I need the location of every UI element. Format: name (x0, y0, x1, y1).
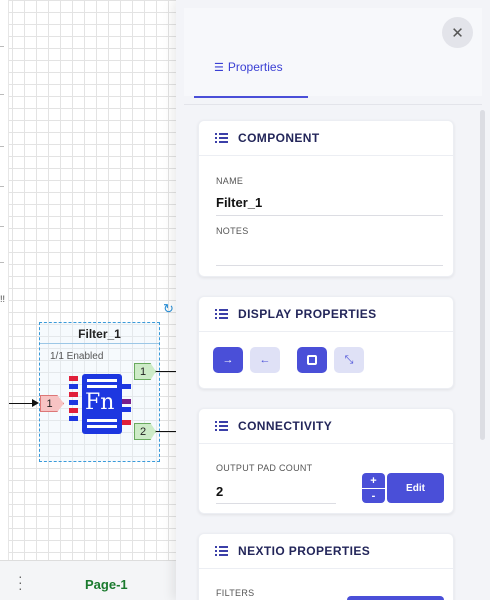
properties-panel: ✕ ☰ Properties COMPONENT NAME Filter_1 N… (176, 0, 490, 600)
connectivity-section-header[interactable]: CONNECTIVITY (199, 409, 453, 444)
filter-node[interactable]: Filter_1 1/1 Enabled 1 Fn 1 2 (39, 322, 160, 462)
name-field-label: NAME (216, 176, 244, 186)
pad-count-stepper[interactable]: + - (362, 473, 385, 503)
output-pad-count-underline (216, 503, 336, 504)
fn-pin (69, 376, 78, 381)
list-icon (215, 420, 228, 432)
panel-scrollbar[interactable] (480, 110, 485, 440)
node-title-divider (40, 343, 159, 344)
nextio-section-title: NEXTIO PROPERTIES (238, 544, 371, 558)
output-pad-label: 1 (139, 365, 147, 378)
node-title: Filter_1 (78, 327, 121, 341)
notes-field-underline (216, 265, 443, 266)
page-tab[interactable]: Page-1 (85, 577, 128, 592)
output-wire-1[interactable] (156, 371, 176, 372)
arrow-right-icon[interactable]: → (213, 347, 243, 373)
display-section: DISPLAY PROPERTIES → ← ⤡ (198, 296, 454, 389)
kebab-icon[interactable]: · · · (18, 569, 23, 595)
connectivity-section-title: CONNECTIVITY (238, 419, 333, 433)
nextio-section: NEXTIO PROPERTIES FILTERS (198, 533, 454, 600)
filters-button[interactable] (347, 596, 444, 600)
fn-pin (69, 400, 78, 405)
list-icon (215, 308, 228, 320)
arrow-left-icon[interactable]: ← (250, 347, 280, 373)
tab-properties-label: Properties (227, 60, 283, 74)
nextio-section-header[interactable]: NEXTIO PROPERTIES (199, 534, 453, 569)
filters-label: FILTERS (216, 588, 255, 598)
panel-header: ✕ ☰ Properties (184, 8, 482, 105)
function-block-icon: Fn (82, 374, 122, 434)
connectivity-section: CONNECTIVITY OUTPUT PAD COUNT 2 + - Edit (198, 408, 454, 514)
tab-properties[interactable]: ☰ Properties (214, 60, 283, 74)
component-section-header[interactable]: COMPONENT (199, 121, 453, 156)
fn-pin (122, 407, 131, 412)
diagram-canvas[interactable]: !! ↻ Filter_1 1/1 Enabled 1 Fn 1 2 (0, 0, 176, 560)
fn-pin (122, 399, 131, 404)
tab-active-indicator (194, 96, 308, 98)
name-field-underline (216, 215, 443, 216)
component-section: COMPONENT NAME Filter_1 NOTES (198, 120, 454, 277)
increment-button[interactable]: + (362, 473, 385, 488)
input-pad-label: 1 (46, 397, 53, 410)
collapse-icon[interactable]: ⤡ (334, 347, 364, 373)
output-pad-count-field[interactable]: 2 (216, 484, 223, 499)
tab-divider (184, 104, 482, 105)
canvas-ruler (0, 0, 9, 560)
output-pad-2[interactable]: 2 (134, 423, 156, 440)
fn-pin (69, 416, 78, 421)
name-field[interactable]: Filter_1 (216, 195, 262, 210)
output-pad-count-label: OUTPUT PAD COUNT (216, 463, 313, 473)
rotate-icon[interactable]: ↻ (163, 301, 174, 317)
output-pad-1[interactable]: 1 (134, 363, 156, 380)
fn-label: Fn (85, 390, 115, 415)
list-icon (215, 545, 228, 557)
canvas-edge-marker: !! (0, 294, 6, 304)
component-section-title: COMPONENT (238, 131, 320, 145)
output-pad-label: 2 (139, 425, 147, 438)
fn-pin (69, 384, 78, 389)
fn-pin (122, 384, 131, 389)
decrement-button[interactable]: - (362, 488, 385, 503)
input-pad-1[interactable]: 1 (40, 395, 64, 412)
close-icon[interactable]: ✕ (442, 17, 473, 48)
notes-field-label: NOTES (216, 226, 249, 236)
display-section-title: DISPLAY PROPERTIES (238, 307, 377, 321)
input-wire[interactable] (9, 403, 33, 404)
list-icon (215, 132, 228, 144)
square-icon[interactable] (297, 347, 327, 373)
node-status: 1/1 Enabled (50, 351, 104, 362)
fn-pin (122, 420, 131, 425)
input-wire-arrow (32, 399, 39, 407)
list-icon: ☰ (214, 61, 224, 74)
page-bar: · · · Page-1 (0, 560, 176, 600)
output-wire-2[interactable] (156, 431, 176, 432)
display-section-header[interactable]: DISPLAY PROPERTIES (199, 297, 453, 332)
fn-pin (69, 408, 78, 413)
fn-pin (69, 392, 78, 397)
app-root: !! ↻ Filter_1 1/1 Enabled 1 Fn 1 2 · · ·… (0, 0, 490, 600)
edit-button[interactable]: Edit (387, 473, 444, 503)
